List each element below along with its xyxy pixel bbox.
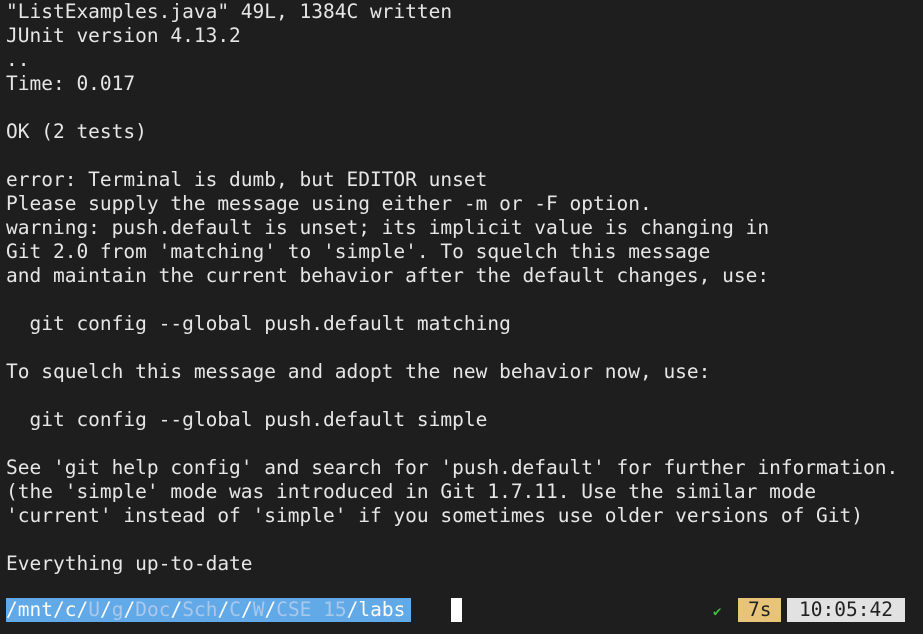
terminal-output: "ListExamples.java" 49L, 1384C written J… [6, 0, 923, 576]
output-line: .. [6, 48, 30, 71]
path-segment: CSE 15 [276, 598, 347, 621]
output-line: JUnit version 4.13.2 [6, 24, 241, 47]
check-icon: ✔ [713, 604, 722, 620]
prompt-path: /mnt/c/U/g/Doc/Sch/C/W/CSE 15/labs [6, 598, 412, 622]
output-line: "ListExamples.java" 49L, 1384C written [6, 0, 453, 23]
output-line: Time: 0.017 [6, 72, 136, 95]
output-line: See 'git help config' and search for 'pu… [6, 456, 899, 479]
output-line: Git 2.0 from 'matching' to 'simple'. To … [6, 240, 711, 263]
path-segment: C [229, 598, 241, 621]
path-segment: mnt [17, 598, 53, 621]
output-line: error: Terminal is dumb, but EDITOR unse… [6, 168, 488, 191]
shell-prompt[interactable]: /mnt/c/U/g/Doc/Sch/C/W/CSE 15/labs ✔ 7s … [0, 598, 923, 622]
path-segment: labs [358, 598, 406, 621]
path-segment: W [252, 598, 265, 621]
output-line: Please supply the message using either -… [6, 192, 652, 215]
path-segment: c [64, 598, 77, 621]
path-segment: U [88, 598, 100, 621]
path-segment: Doc [135, 598, 171, 621]
output-line: git config --global push.default matchin… [6, 312, 511, 335]
output-line: warning: push.default is unset; its impl… [6, 216, 770, 239]
output-line: To squelch this message and adopt the ne… [6, 360, 711, 383]
prompt-clock: 10:05:42 [787, 598, 905, 622]
text-cursor[interactable] [451, 598, 462, 622]
output-line: OK (2 tests) [6, 120, 147, 143]
path-segment: g [111, 598, 124, 621]
path-segment: Sch [182, 598, 218, 621]
command-duration: 7s [738, 598, 782, 622]
output-line: and maintain the current behavior after … [6, 264, 770, 287]
output-line: (the 'simple' mode was introduced in Git… [6, 480, 817, 503]
output-line: git config --global push.default simple [6, 408, 488, 431]
output-line: Everything up-to-date [6, 552, 253, 575]
output-line: 'current' instead of 'simple' if you som… [6, 504, 864, 527]
